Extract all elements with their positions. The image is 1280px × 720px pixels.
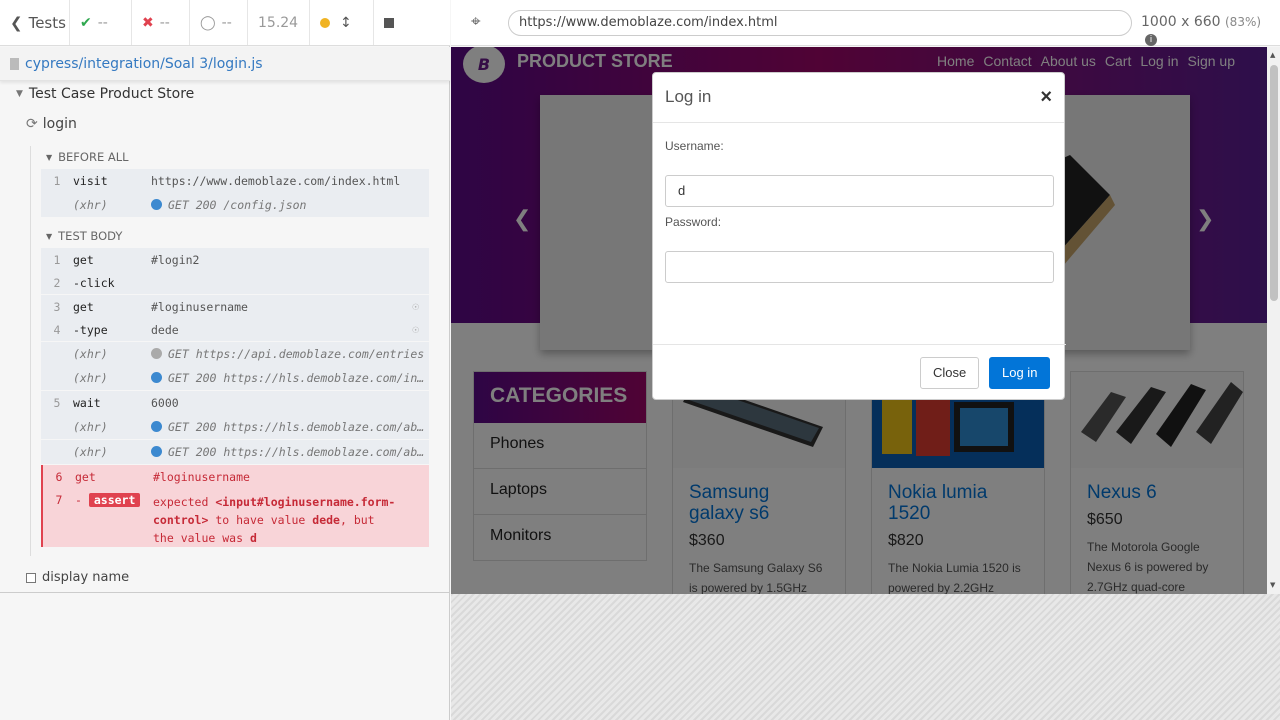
test-title[interactable]: ⟳ login	[26, 116, 77, 132]
eye-slash-icon[interactable]: ☉	[412, 323, 419, 336]
password-label: Password:	[665, 215, 722, 229]
app-under-test-panel: ⌖ https://www.demoblaze.com/index.html 1…	[451, 0, 1280, 720]
modal-footer: Close Log in	[653, 344, 1066, 401]
command-row[interactable]: 1 visit https://www.demoblaze.com/index.…	[41, 169, 429, 193]
chevron-left-icon: ❮	[10, 13, 23, 32]
caret-down-icon: ▼	[46, 152, 53, 162]
command-row[interactable]: (xhr) GET https://api.demoblaze.com/entr…	[41, 342, 429, 366]
suite-title[interactable]: ▼ Test Case Product Store	[16, 86, 194, 102]
cypress-reporter: ❮ Tests ✔ -- ✖ -- ◯ -- 15.24 ↕ cypress/i…	[0, 0, 450, 720]
command-row[interactable]: 2 -click	[41, 271, 429, 294]
command-row[interactable]: (xhr) GET 200 https://hls.demoblaze.com/…	[41, 440, 429, 464]
test-display-name[interactable]: display name	[26, 570, 129, 585]
command-row[interactable]: 5 wait 6000	[41, 391, 429, 415]
hook-before-all[interactable]: ▼ BEFORE ALL	[46, 150, 129, 164]
scroll-down-icon[interactable]: ▼	[1270, 581, 1275, 589]
pending-count: ◯ --	[190, 0, 248, 45]
command-row[interactable]: (xhr) GET 200 https://hls.demoblaze.com/…	[41, 415, 429, 439]
tree-line	[30, 146, 31, 556]
password-input[interactable]	[665, 251, 1054, 283]
eye-slash-icon[interactable]: ☉	[412, 300, 419, 313]
command-row[interactable]: (xhr) GET 200 /config.json	[41, 193, 429, 217]
spec-file-link[interactable]: cypress/integration/Soal 3/login.js	[0, 47, 450, 81]
stop-icon	[384, 17, 394, 28]
back-to-tests-button[interactable]: ❮ Tests	[0, 0, 70, 45]
running-dot-icon	[320, 17, 330, 28]
divider	[0, 592, 450, 593]
command-row-failed[interactable]: 6 get #loginusername	[41, 465, 429, 489]
pending-square-icon	[26, 572, 36, 583]
status-indicators: ↕	[310, 0, 374, 45]
command-row[interactable]: 4 -type dede ☉	[41, 318, 429, 341]
url-display[interactable]: https://www.demoblaze.com/index.html	[508, 10, 1132, 36]
auto-scroll-icon[interactable]: ↕	[340, 15, 352, 31]
hook-test-body[interactable]: ▼ TEST BODY	[46, 229, 122, 243]
reporter-header: ❮ Tests ✔ -- ✖ -- ◯ -- 15.24 ↕	[0, 0, 450, 46]
caret-down-icon: ▼	[16, 89, 23, 99]
login-button[interactable]: Log in	[989, 357, 1051, 389]
aut-empty-area	[451, 594, 1280, 720]
status-dot-icon	[151, 446, 162, 457]
status-dot-icon	[151, 199, 162, 210]
circle-icon: ◯	[200, 14, 216, 31]
stop-button[interactable]	[374, 0, 404, 45]
file-icon	[10, 57, 19, 70]
status-dot-icon	[151, 421, 162, 432]
check-icon: ✔	[80, 14, 92, 31]
modal-title: Log in	[665, 87, 712, 106]
status-dot-icon	[151, 348, 162, 359]
aut-iframe: B PRODUCT STORE Home Contact About us Ca…	[451, 47, 1267, 594]
command-row[interactable]: 3 get #loginusername ☉	[41, 295, 429, 318]
aut-header: ⌖ https://www.demoblaze.com/index.html 1…	[451, 0, 1280, 46]
username-input[interactable]: d	[665, 175, 1054, 207]
command-row[interactable]: 1 get #login2	[41, 248, 429, 271]
assert-badge: assert	[88, 493, 141, 507]
passed-count: ✔ --	[70, 0, 132, 45]
caret-down-icon: ▼	[46, 231, 53, 241]
failed-count: ✖ --	[132, 0, 190, 45]
aut-scrollbar[interactable]: ▲ ▼	[1267, 47, 1280, 594]
close-icon[interactable]: ×	[1040, 86, 1052, 109]
scroll-up-icon[interactable]: ▲	[1270, 51, 1275, 59]
login-modal: Log in × Username: d Password: Close Log…	[652, 72, 1066, 401]
assert-message: expected <input#loginusername.form-contr…	[153, 495, 396, 545]
info-icon[interactable]: i	[1145, 34, 1157, 46]
username-label: Username:	[665, 139, 724, 153]
modal-header: Log in ×	[653, 73, 1064, 123]
refresh-icon: ⟳	[26, 116, 38, 132]
selector-playground-icon[interactable]: ⌖	[471, 12, 481, 32]
scrollbar-thumb[interactable]	[1270, 65, 1278, 301]
close-button[interactable]: Close	[920, 357, 980, 389]
viewport-size[interactable]: 1000 x 660 (83%) i	[1141, 14, 1280, 46]
command-row[interactable]: (xhr) GET 200 https://hls.demoblaze.com/…	[41, 366, 429, 390]
duration: 15.24	[248, 0, 310, 45]
assert-error-row[interactable]: 7 - assert expected <input#loginusername…	[41, 489, 429, 547]
x-icon: ✖	[142, 14, 154, 31]
status-dot-icon	[151, 372, 162, 383]
